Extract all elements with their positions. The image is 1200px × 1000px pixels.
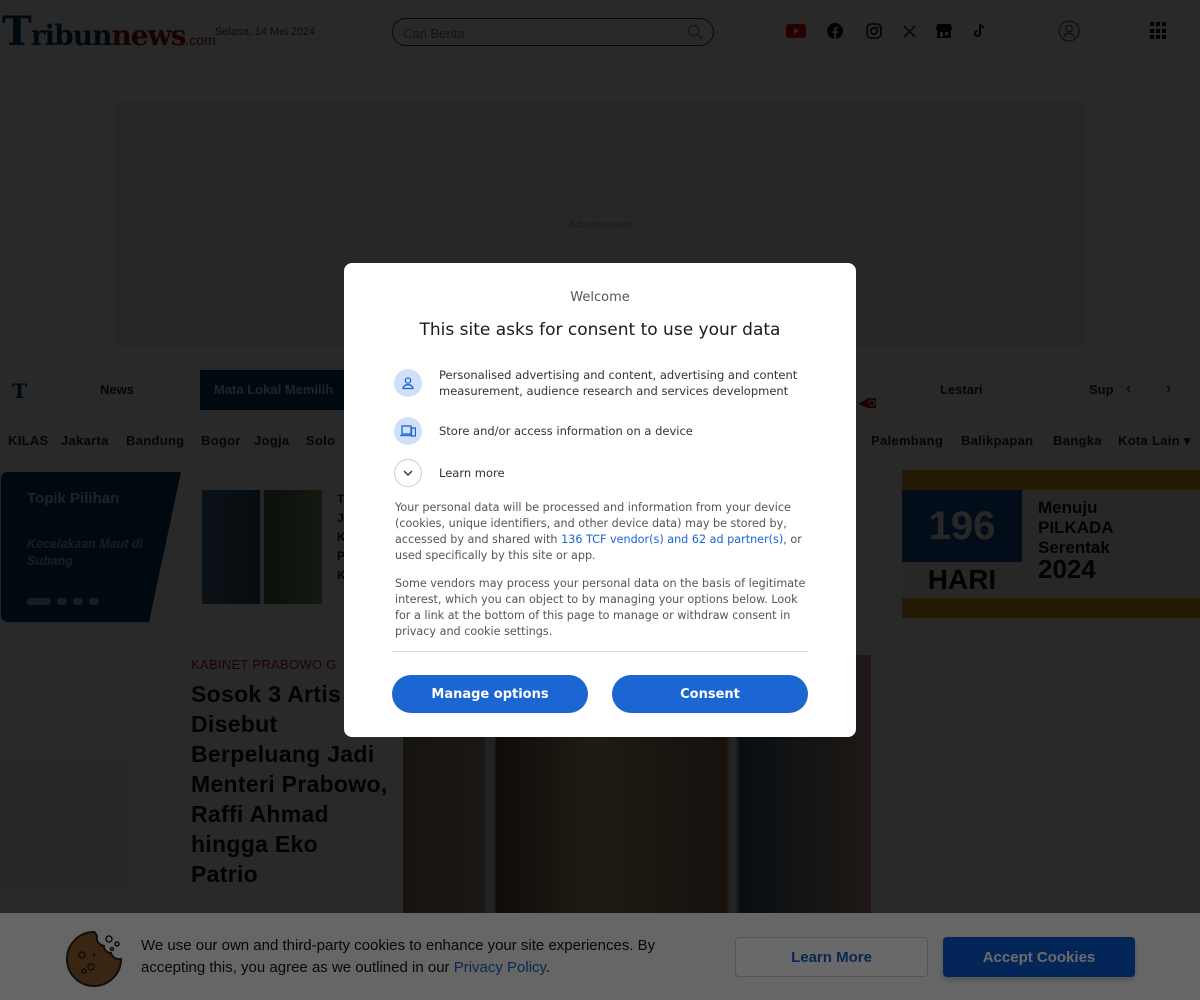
manage-options-button[interactable]: Manage options	[392, 675, 588, 713]
cookie-banner: We use our own and third-party cookies t…	[0, 913, 1200, 1000]
person-icon	[394, 369, 422, 397]
chevron-down-icon[interactable]	[394, 459, 422, 487]
consent-welcome: Welcome	[570, 290, 630, 305]
consent-divider	[392, 651, 808, 652]
learn-more-toggle[interactable]: Learn more	[394, 459, 814, 487]
purpose-store-access: Store and/or access information on a dev…	[394, 417, 814, 445]
vendors-link[interactable]: 136 TCF vendor(s) and 62 ad partner(s)	[561, 533, 783, 546]
consent-dialog: Welcome This site asks for consent to us…	[344, 263, 856, 737]
consent-title: This site asks for consent to use your d…	[419, 320, 781, 340]
purpose-text: Store and/or access information on a dev…	[439, 424, 693, 438]
consent-paragraph-2: Some vendors may process your personal d…	[395, 577, 806, 638]
consent-paragraph-1: Your personal data will be processed and…	[395, 501, 802, 562]
cookie-banner-dim	[0, 913, 1200, 1000]
device-icon	[394, 417, 422, 445]
consent-button[interactable]: Consent	[612, 675, 808, 713]
purpose-text: Personalised advertising and content, ad…	[439, 368, 798, 398]
purpose-personalised-ads: Personalised advertising and content, ad…	[394, 367, 814, 399]
learn-more-label[interactable]: Learn more	[439, 465, 505, 481]
